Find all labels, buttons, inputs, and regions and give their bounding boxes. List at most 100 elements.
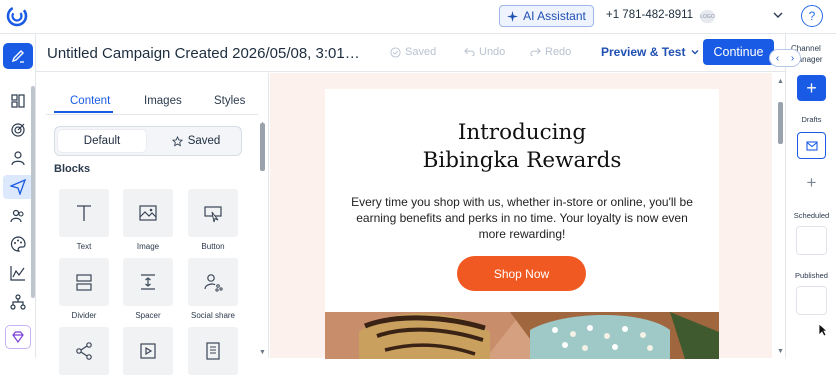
- star-icon: [171, 135, 183, 146]
- block-share[interactable]: [59, 327, 109, 375]
- chevron-right-icon[interactable]: ›: [791, 53, 794, 64]
- default-segment[interactable]: Default: [58, 130, 146, 152]
- add-channel-button[interactable]: +: [797, 75, 826, 101]
- email-headline[interactable]: Introducing Bibingka Rewards: [325, 119, 719, 175]
- ai-assistant-button[interactable]: AI Assistant: [499, 5, 594, 27]
- default-saved-toggle: Default Saved: [54, 126, 242, 156]
- panel-collapse-toggle[interactable]: ‹ ›: [769, 49, 801, 67]
- document-icon: [206, 342, 220, 360]
- block-image[interactable]: [123, 189, 173, 237]
- block-video[interactable]: [123, 327, 173, 375]
- mouse-cursor-icon: [818, 323, 828, 337]
- add-draft-icon[interactable]: +: [801, 172, 822, 193]
- target-icon[interactable]: [8, 120, 28, 140]
- contacts-group-icon[interactable]: [8, 206, 28, 226]
- account-logo-badge[interactable]: LOGO: [700, 10, 715, 23]
- block-label: Social share: [190, 311, 236, 320]
- canvas-scrollbar[interactable]: ▲ ▼: [776, 73, 785, 358]
- sitemap-icon[interactable]: [8, 292, 28, 312]
- chevron-left-icon[interactable]: ‹: [776, 53, 779, 64]
- block-label: Text: [76, 242, 92, 251]
- spacer-icon: [141, 274, 155, 290]
- redo-label: Redo: [545, 46, 572, 58]
- headline-line-2: Bibingka Rewards: [422, 148, 622, 173]
- tab-images[interactable]: Images: [144, 95, 182, 107]
- block-text[interactable]: [59, 189, 109, 237]
- block-spacer[interactable]: [123, 258, 173, 306]
- upgrade-gem-button[interactable]: [5, 325, 31, 349]
- food-image: [325, 312, 719, 359]
- block-divider[interactable]: [59, 258, 109, 306]
- undo-label: Undo: [479, 46, 506, 58]
- published-slot[interactable]: [796, 286, 827, 315]
- scheduled-label: Scheduled: [793, 211, 830, 220]
- email-preview[interactable]: Introducing Bibingka Rewards Every time …: [325, 89, 719, 359]
- saved-segment[interactable]: Saved: [152, 130, 240, 152]
- scroll-down-arrow[interactable]: ▼: [259, 349, 266, 356]
- content-panel: Content Images Styles Default Saved Bloc…: [37, 73, 269, 375]
- divider-icon: [76, 274, 92, 291]
- email-draft-button[interactable]: [797, 132, 826, 159]
- saved-status: Saved: [390, 46, 436, 58]
- nav-scrollbar[interactable]: [31, 86, 35, 298]
- headline-line-1: Introducing: [457, 120, 587, 145]
- saved-segment-label: Saved: [187, 135, 221, 147]
- reporting-icon[interactable]: [8, 263, 28, 283]
- block-social-share[interactable]: [188, 258, 238, 306]
- constant-contact-logo[interactable]: [6, 5, 28, 27]
- chevron-down-icon: [691, 50, 699, 55]
- email-body-text[interactable]: Every time you shop with us, whether in-…: [351, 194, 693, 242]
- block-label: Divider: [71, 311, 97, 320]
- block-button[interactable]: [188, 189, 238, 237]
- campaign-title[interactable]: Untitled Campaign Created 2026/05/08, 3:…: [47, 45, 360, 62]
- check-circle-icon: [390, 46, 401, 58]
- palette-icon[interactable]: [8, 234, 28, 254]
- tab-styles[interactable]: Styles: [214, 95, 245, 107]
- ai-assistant-label: AI Assistant: [523, 9, 586, 23]
- editor-toolbar: Untitled Campaign Created 2026/05/08, 3:…: [36, 34, 785, 72]
- social-share-icon: [204, 274, 223, 292]
- block-label: Spacer: [135, 311, 161, 320]
- published-label: Published: [795, 271, 828, 280]
- canvas-scroll-thumb[interactable]: [778, 102, 783, 144]
- preview-test-label: Preview & Test: [601, 45, 686, 59]
- block-label: Image: [136, 242, 160, 251]
- drafts-label: Drafts: [801, 115, 822, 124]
- shop-now-button[interactable]: Shop Now: [457, 256, 586, 291]
- bibingka-photo[interactable]: [325, 312, 719, 359]
- chevron-down-icon[interactable]: [772, 9, 784, 21]
- preview-test-button[interactable]: Preview & Test: [601, 45, 700, 59]
- sparkle-icon: [507, 10, 519, 22]
- scheduled-slot[interactable]: [796, 226, 827, 255]
- scroll-down-arrow[interactable]: ▼: [777, 348, 784, 355]
- image-icon: [139, 205, 157, 221]
- button-icon: [204, 206, 222, 223]
- contact-icon[interactable]: [8, 148, 28, 168]
- blocks-heading: Blocks: [54, 163, 91, 175]
- panel-scrollbar[interactable]: [260, 123, 265, 171]
- continue-button[interactable]: Continue: [703, 39, 774, 65]
- block-label: Button: [201, 242, 225, 251]
- redo-button[interactable]: Redo: [530, 46, 571, 58]
- undo-icon: [464, 47, 475, 57]
- mail-icon: [805, 140, 818, 151]
- top-bar: AI Assistant +1 781-482-8911 LOGO ?: [0, 0, 836, 34]
- phone-number: +1 781-482-8911: [606, 9, 694, 21]
- share-icon: [76, 342, 92, 360]
- redo-icon: [530, 47, 541, 57]
- dashboard-icon[interactable]: [8, 91, 28, 111]
- email-canvas: Introducing Bibingka Rewards Every time …: [270, 73, 772, 359]
- scroll-up-arrow[interactable]: ▲: [777, 78, 784, 85]
- pencil-icon: [11, 50, 24, 63]
- undo-button[interactable]: Undo: [464, 46, 505, 58]
- send-icon[interactable]: [3, 175, 33, 199]
- tab-content[interactable]: Content: [70, 95, 110, 107]
- diamond-icon: [12, 331, 24, 344]
- channel-manager-panel: Channel Manager + Drafts + Scheduled Pub…: [785, 34, 836, 358]
- help-icon[interactable]: ?: [801, 5, 823, 27]
- text-icon: [77, 205, 91, 221]
- edit-campaign-button[interactable]: [3, 43, 33, 69]
- active-tab-indicator: [54, 111, 113, 113]
- left-navigation: [0, 34, 36, 358]
- block-document[interactable]: [188, 327, 238, 375]
